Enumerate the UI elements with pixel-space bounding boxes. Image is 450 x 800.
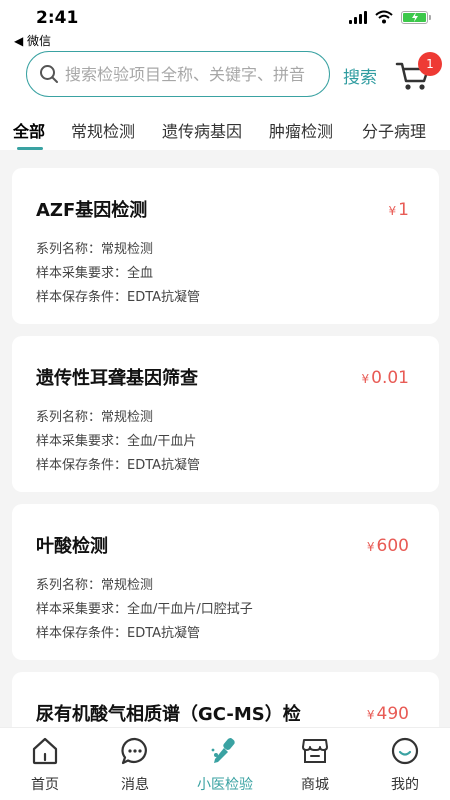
- product-name: 遗传性耳聋基因筛查: [36, 368, 198, 389]
- cart-badge: 1: [418, 52, 442, 76]
- price-value: 1: [398, 200, 409, 220]
- product-price: ¥490: [367, 704, 409, 724]
- currency-symbol: ¥: [388, 204, 397, 218]
- product-card[interactable]: 叶酸检测 ¥600 系列名称：常规检测 样本采集要求：全血/干血片/口腔拭子 样…: [12, 504, 439, 660]
- tab-routine[interactable]: 常规检测: [71, 118, 135, 142]
- status-bar: 2:41 ◀ 微信: [0, 0, 450, 48]
- tab-tumor[interactable]: 肿瘤检测: [269, 118, 333, 142]
- nav-shop-label: 商城: [301, 777, 329, 793]
- nav-profile[interactable]: 我的: [360, 728, 450, 800]
- profile-icon: [391, 737, 419, 765]
- nav-lab-test[interactable]: 小医检验: [180, 728, 270, 800]
- currency-symbol: ¥: [366, 540, 375, 554]
- search-box[interactable]: [26, 51, 330, 97]
- nav-home[interactable]: 首页: [0, 728, 90, 800]
- product-price: ¥0.01: [362, 368, 410, 388]
- nav-home-label: 首页: [31, 777, 59, 793]
- product-series: 系列名称：常规检测: [36, 242, 154, 257]
- tab-all[interactable]: 全部: [13, 118, 45, 150]
- message-icon: [121, 737, 147, 765]
- product-name: 叶酸检测: [36, 536, 108, 557]
- product-name: 尿有机酸气相质谱（GC-MS）检: [36, 704, 301, 725]
- product-card[interactable]: 遗传性耳聋基因筛查 ¥0.01 系列名称：常规检测 样本采集要求：全血/干血片 …: [12, 336, 439, 492]
- product-card[interactable]: AZF基因检测 ¥1 系列名称：常规检测 样本采集要求：全血 样本保存条件：ED…: [12, 168, 439, 324]
- product-sample: 样本采集要求：全血/干血片/口腔拭子: [36, 602, 253, 617]
- product-series: 系列名称：常规检测: [36, 410, 154, 425]
- product-list: AZF基因检测 ¥1 系列名称：常规检测 样本采集要求：全血 样本保存条件：ED…: [12, 168, 439, 800]
- product-price: ¥600: [367, 536, 409, 556]
- nav-shop[interactable]: 商城: [270, 728, 360, 800]
- price-value: 490: [376, 704, 409, 724]
- search-icon: [40, 65, 58, 83]
- search-input[interactable]: [65, 64, 329, 84]
- category-tabs: 全部 常规检测 遗传病基因 肿瘤检测 分子病理: [0, 118, 450, 152]
- product-sample: 样本采集要求：全血: [36, 266, 154, 281]
- pipette-icon: [211, 738, 235, 763]
- shop-icon: [302, 739, 328, 763]
- nav-messages-label: 消息: [121, 777, 149, 793]
- search-button[interactable]: 搜索: [343, 63, 377, 88]
- tab-molecular-pathology[interactable]: 分子病理: [362, 118, 426, 142]
- wifi-icon: [375, 10, 393, 24]
- price-value: 0.01: [371, 368, 409, 388]
- price-value: 600: [376, 536, 409, 556]
- product-name: AZF基因检测: [36, 200, 148, 221]
- nav-messages[interactable]: 消息: [90, 728, 180, 800]
- product-price: ¥1: [389, 200, 409, 220]
- battery-icon: [401, 10, 431, 24]
- currency-symbol: ¥: [361, 372, 370, 386]
- status-icons: [349, 10, 431, 24]
- nav-lab-test-label: 小医检验: [197, 777, 253, 793]
- product-storage: 样本保存条件：EDTA抗凝管: [36, 458, 201, 473]
- status-time: 2:41: [36, 8, 79, 28]
- product-series: 系列名称：常规检测: [36, 578, 154, 593]
- back-to-wechat-link[interactable]: ◀ 微信: [14, 32, 51, 49]
- signal-icon: [349, 10, 367, 24]
- product-sample: 样本采集要求：全血/干血片: [36, 434, 197, 449]
- product-storage: 样本保存条件：EDTA抗凝管: [36, 290, 201, 305]
- currency-symbol: ¥: [366, 708, 375, 722]
- product-storage: 样本保存条件：EDTA抗凝管: [36, 626, 201, 641]
- bottom-nav: 首页 消息 小医检验 商城 我的: [0, 727, 450, 800]
- home-icon: [32, 737, 58, 765]
- nav-profile-label: 我的: [391, 777, 419, 793]
- tab-genetic[interactable]: 遗传病基因: [162, 118, 242, 142]
